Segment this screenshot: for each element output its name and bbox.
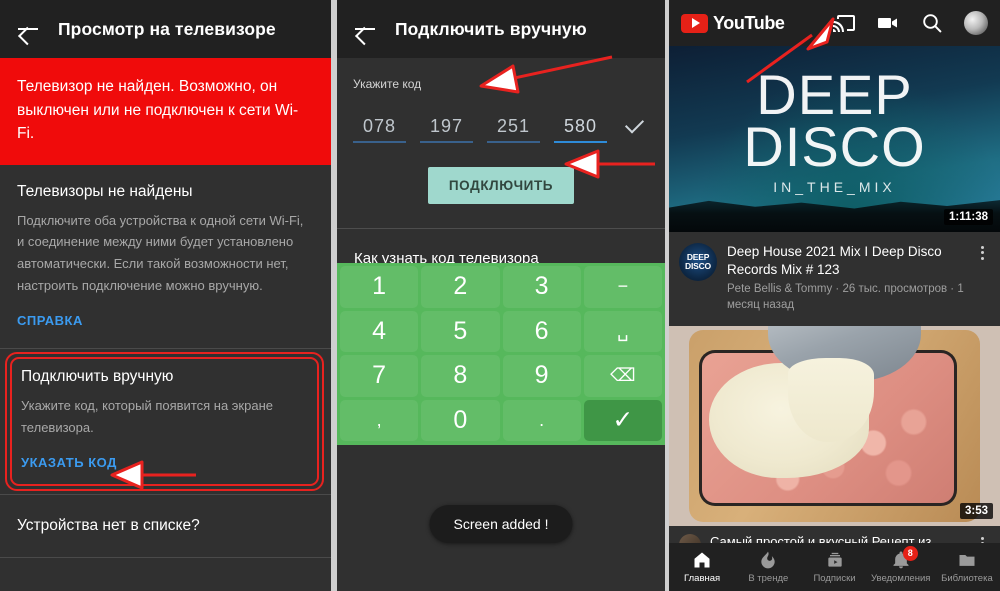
key-period[interactable]: . <box>502 399 581 441</box>
back-arrow-icon[interactable] <box>16 17 40 41</box>
key-backspace[interactable]: ⌫ <box>583 355 662 397</box>
camera-icon[interactable] <box>876 11 900 35</box>
code-entry-section: Укажите код 078 197 251 580 <box>337 58 665 143</box>
nav-item-subscriptions[interactable]: Подписки <box>801 550 867 584</box>
code-field-3[interactable]: 251 <box>487 116 540 143</box>
video-duration: 3:53 <box>959 503 993 520</box>
screenshot-stage: Просмотр на телевизоре Телевизор не найд… <box>0 0 1000 591</box>
youtube-logo: YouTube <box>681 13 785 34</box>
channel-avatar[interactable]: DEEP DISCO <box>679 243 717 281</box>
connect-button[interactable]: ПОДКЛЮЧИТЬ <box>427 167 575 204</box>
card-title: Телевизоры не найдены <box>17 182 193 200</box>
flame-icon <box>761 551 775 569</box>
search-icon[interactable] <box>920 11 944 35</box>
code-underline <box>487 141 540 143</box>
key-comma[interactable]: , <box>340 399 419 441</box>
video-duration: 1:11:38 <box>943 209 993 225</box>
subscriptions-icon <box>827 552 842 567</box>
connect-button-row: ПОДКЛЮЧИТЬ <box>337 143 665 228</box>
manual-connect-card[interactable]: Подключить вручную Укажите код, который … <box>5 354 326 488</box>
video-subtitle: Pete Bellis & Tommy · 26 тыс. просмотров… <box>727 283 964 311</box>
channel-badge-line2: DISCO <box>685 261 711 271</box>
check-icon[interactable] <box>621 113 649 141</box>
code-value: 251 <box>496 116 531 136</box>
key-5[interactable]: 5 <box>421 310 500 352</box>
panel-tv-search: Просмотр на телевизоре Телевизор не найд… <box>0 0 331 591</box>
code-value: 078 <box>362 116 397 136</box>
code-fields-row: 078 197 251 580 <box>353 113 649 143</box>
notification-badge: 8 <box>902 546 918 561</box>
key-space[interactable]: ␣ <box>583 310 662 352</box>
youtube-play-icon <box>681 13 708 33</box>
youtube-appbar: YouTube <box>669 0 1000 46</box>
code-label: Укажите код <box>353 77 422 91</box>
key-9[interactable]: 9 <box>502 355 581 397</box>
nav-label: Главная <box>684 573 721 584</box>
key-0[interactable]: 0 <box>421 399 500 441</box>
code-value: 580 <box>563 115 598 136</box>
art-line-3: IN_THE_MIX <box>773 178 896 195</box>
nav-label: Библиотека <box>941 573 993 584</box>
card-body: Укажите код, который появится на экране … <box>21 397 273 435</box>
code-field-2[interactable]: 197 <box>420 116 473 143</box>
device-not-listed-row[interactable]: Устройства нет в списке? <box>0 493 331 558</box>
youtube-actions <box>832 11 988 35</box>
key-6[interactable]: 6 <box>502 310 581 352</box>
manual-appbar: Подключить вручную <box>337 0 665 58</box>
enter-code-link[interactable]: УКАЗАТЬ КОД <box>21 455 117 470</box>
key-8[interactable]: 8 <box>421 355 500 397</box>
nav-label: В тренде <box>748 573 789 584</box>
tv-not-found-card: Телевизоры не найдены Подключите оба уст… <box>0 164 331 349</box>
key-minus[interactable]: − <box>583 266 662 308</box>
video-metadata-1[interactable]: DEEP DISCO Deep House 2021 Mix I Deep Di… <box>669 232 1000 327</box>
youtube-bottom-nav: Главная В тренде Подписки 8 Уведомления … <box>669 543 1000 591</box>
art-line-1: DEEP <box>756 63 913 127</box>
tv-not-found-banner: Телевизор не найден. Возможно, он выключ… <box>0 58 331 165</box>
nav-item-home[interactable]: Главная <box>669 550 735 584</box>
key-3[interactable]: 3 <box>502 266 581 308</box>
page-title: Просмотр на телевизоре <box>58 18 276 39</box>
panel-tail-strip <box>0 557 331 590</box>
key-7[interactable]: 7 <box>340 355 419 397</box>
numeric-keypad: 1 2 3 − 4 5 6 ␣ 7 8 9 ⌫ , 0 . ✓ <box>337 263 665 445</box>
video-thumbnail-2[interactable]: 3:53 <box>669 326 1000 527</box>
cast-icon[interactable] <box>832 11 856 35</box>
card-body: Подключите оба устройства к одной сети W… <box>17 212 304 294</box>
panel-manual-connect: Подключить вручную Укажите код 078 197 2… <box>337 0 665 591</box>
manual-connect-highlight: Подключить вручную Укажите код, который … <box>0 348 331 494</box>
page-title: Подключить вручную <box>395 18 587 39</box>
tv-appbar: Просмотр на телевизоре <box>0 0 331 58</box>
code-value: 197 <box>429 116 464 136</box>
key-1[interactable]: 1 <box>340 266 419 308</box>
avatar[interactable] <box>964 11 988 35</box>
video-text-block: Deep House 2021 Mix I Deep Disco Records… <box>727 243 964 313</box>
code-underline <box>554 140 607 143</box>
nav-item-notifications[interactable]: 8 Уведомления <box>868 546 934 584</box>
library-icon <box>959 555 975 566</box>
code-field-1[interactable]: 078 <box>353 116 406 143</box>
art-line-2: DISCO <box>743 115 926 178</box>
code-field-4[interactable]: 580 <box>554 115 607 143</box>
nav-item-trending[interactable]: В тренде <box>735 550 801 584</box>
youtube-wordmark: YouTube <box>713 12 785 33</box>
back-arrow-icon[interactable] <box>353 17 377 41</box>
key-4[interactable]: 4 <box>340 310 419 352</box>
nav-label: Подписки <box>813 573 856 584</box>
code-underline <box>420 141 473 143</box>
kebab-menu-icon[interactable] <box>974 243 990 313</box>
code-underline <box>353 141 406 143</box>
key-2[interactable]: 2 <box>421 266 500 308</box>
key-enter[interactable]: ✓ <box>583 399 662 441</box>
nav-item-library[interactable]: Библиотека <box>934 550 1000 584</box>
nav-label: Уведомления <box>871 573 931 584</box>
card-title: Подключить вручную <box>21 367 174 385</box>
toast-message: Screen added ! <box>429 505 573 543</box>
help-link[interactable]: СПРАВКА <box>17 313 83 328</box>
panel-youtube: YouTube DEEP DISCO IN_THE_MIX 1:11:38 DE… <box>669 0 1000 591</box>
video-thumbnail-1[interactable]: DEEP DISCO IN_THE_MIX 1:11:38 <box>669 46 1000 232</box>
home-icon <box>694 552 710 568</box>
video-title: Deep House 2021 Mix I Deep Disco Records… <box>727 244 942 277</box>
